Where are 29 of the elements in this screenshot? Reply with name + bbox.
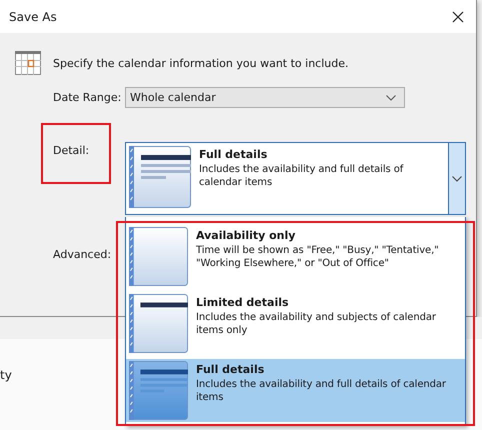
field-label: Detail: — [53, 144, 90, 157]
date-range-dropdown[interactable]: Whole calendar — [125, 87, 405, 108]
option-title: Limited details — [196, 296, 290, 309]
field-label: Advanced: — [53, 248, 112, 261]
document-icon — [129, 146, 191, 208]
option-title: Full details — [196, 363, 266, 376]
calendar-icon — [15, 51, 41, 75]
window-title: Save As — [9, 10, 57, 24]
dropdown-option[interactable]: Full details Includes the availability and full details of calendar items — [126, 359, 465, 422]
instruction-text: Specify the calendar information you want to include. — [53, 56, 348, 70]
document-icon — [129, 361, 188, 420]
chevron-icon — [386, 94, 396, 100]
document-icon — [129, 294, 188, 353]
highlight-frame — [41, 123, 111, 184]
detail-dropdown[interactable]: Full details Includes the availability and full details of calendar items — [125, 142, 466, 215]
option-description: Includes the availability and subjects of calendar items only — [196, 311, 437, 337]
dropdown-option[interactable]: Availability only Time will be shown as "Free," "Busy," "Tentative," "Working Elsewhere," or "Out of Office" — [126, 225, 465, 288]
field-label: Date Range: — [53, 91, 122, 104]
option-description: Time will be shown as "Free," "Busy," "Tentative," "Working Elsewhere," or "Out of Office" — [196, 244, 440, 270]
dropdown-arrow-button[interactable] — [448, 143, 465, 214]
option-description: Includes the availability and full details of calendar items — [199, 163, 404, 189]
chevron-icon — [452, 176, 462, 182]
option-description: Includes the availability and full details of calendar items — [196, 378, 447, 404]
background-text: ty — [0, 368, 12, 382]
option-title: Availability only — [196, 229, 296, 242]
dropdown-option[interactable]: Limited details Includes the availability and subjects of calendar items only — [126, 292, 465, 355]
close-icon[interactable] — [452, 10, 464, 22]
option-title: Full details — [199, 148, 268, 161]
document-icon — [129, 227, 188, 286]
